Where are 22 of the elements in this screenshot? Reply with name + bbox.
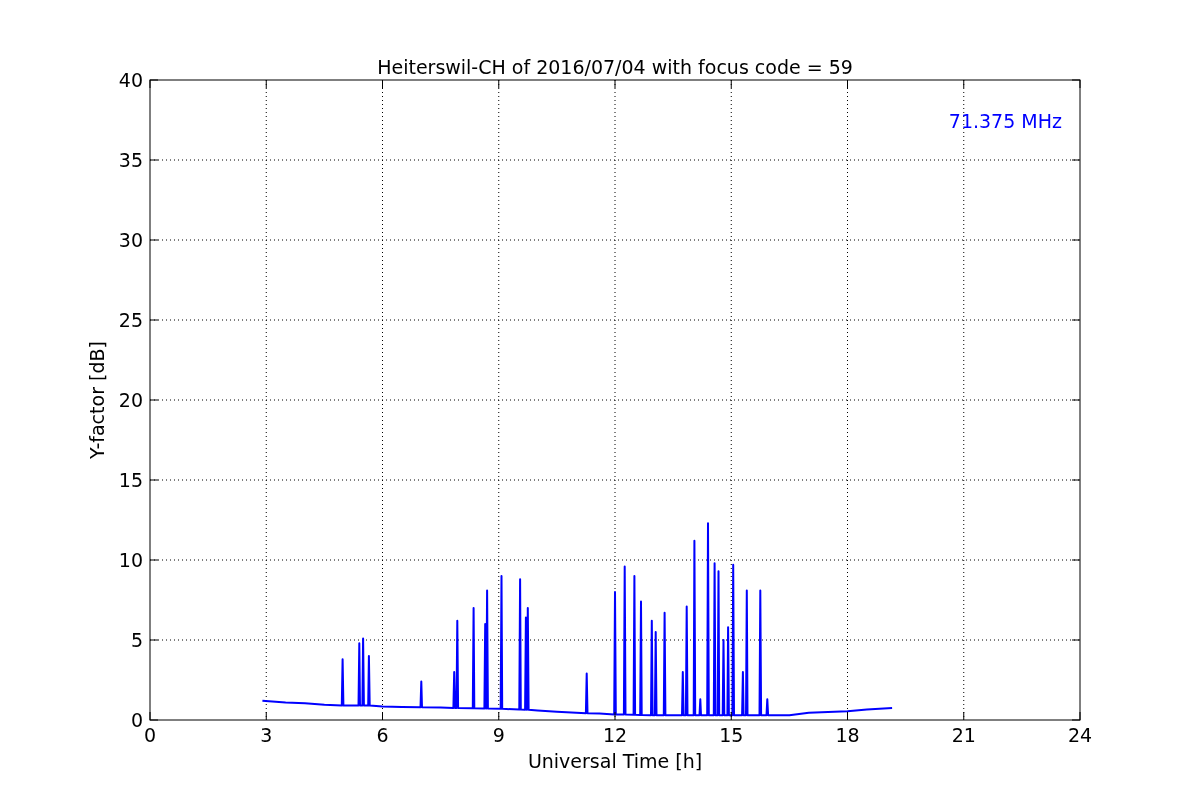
tick-label: 30 — [118, 229, 143, 251]
tick-label: 15 — [719, 724, 744, 746]
tick-label: 0 — [130, 709, 143, 731]
tick-label: 10 — [118, 549, 143, 571]
tick-label: 18 — [835, 724, 860, 746]
tick-label: 5 — [130, 629, 143, 651]
chart-title: Heiterswil-CH of 2016/07/04 with focus code = 59 — [377, 56, 853, 78]
tick-label: 40 — [118, 69, 143, 91]
x-axis-label: Universal Time [h] — [527, 750, 703, 772]
y-axis-label: Y-factor [dB] — [86, 341, 108, 459]
tick-label: 0 — [143, 724, 157, 746]
tick-label: 24 — [1067, 724, 1093, 746]
frequency-label: 71.375 MHz — [948, 110, 1062, 132]
tick-label: 21 — [951, 724, 976, 746]
tick-label: 6 — [376, 724, 389, 746]
tick-label: 15 — [118, 469, 143, 491]
tick-label: 20 — [118, 389, 143, 411]
tick-label: 3 — [260, 724, 273, 746]
tick-label: 12 — [602, 724, 628, 746]
tick-label: 9 — [492, 724, 505, 746]
tick-label: 25 — [118, 309, 143, 331]
tick-label: 35 — [118, 149, 143, 171]
